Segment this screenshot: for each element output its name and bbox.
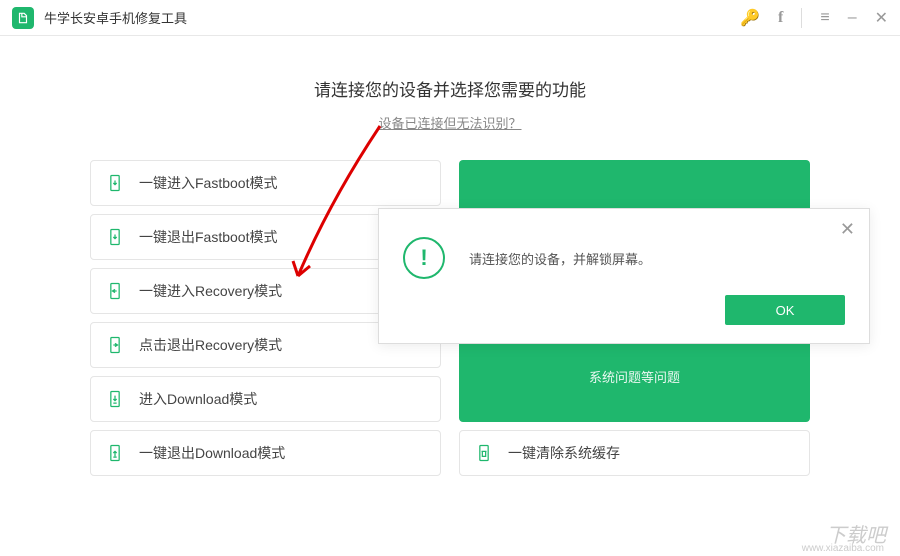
minimize-icon[interactable]: – [848,9,857,27]
option-label: 点击退出Recovery模式 [139,335,282,355]
connect-device-dialog: ✕ ! 请连接您的设备，并解锁屏幕。 OK [378,208,870,344]
app-title: 牛学长安卓手机修复工具 [44,8,740,27]
facebook-icon[interactable]: f [778,9,783,27]
option-label: 一键退出Download模式 [139,443,285,463]
separator [801,8,802,28]
clear-cache-button[interactable]: 一键清除系统缓存 [459,430,810,476]
option-label: 一键进入Recovery模式 [139,281,282,301]
menu-icon[interactable]: ≡ [820,9,829,27]
panel-subtitle: 系统问题等问题 [589,367,680,386]
option-label: 一键进入Fastboot模式 [139,173,277,193]
titlebar: 牛学长安卓手机修复工具 🔑 f ≡ – ✕ [0,0,900,36]
app-logo [12,7,34,29]
phone-down-icon [105,173,125,193]
fastboot-enter-button[interactable]: 一键进入Fastboot模式 [90,160,441,206]
option-label: 进入Download模式 [139,389,257,409]
key-icon[interactable]: 🔑 [740,8,760,28]
phone-arrow-icon [105,335,125,355]
close-icon[interactable]: ✕ [875,8,888,28]
option-label: 一键清除系统缓存 [508,443,620,463]
phone-arrow-icon [105,281,125,301]
dialog-message: 请连接您的设备，并解锁屏幕。 [469,249,651,268]
help-link[interactable]: 设备已连接但无法识别？ [90,113,810,132]
dialog-body: ! 请连接您的设备，并解锁屏幕。 [379,209,869,279]
dialog-close-icon[interactable]: ✕ [840,219,855,240]
titlebar-controls: 🔑 f ≡ – ✕ [740,8,888,28]
ok-button[interactable]: OK [725,295,845,325]
download-enter-button[interactable]: 进入Download模式 [90,376,441,422]
option-label: 一键退出Fastboot模式 [139,227,277,247]
warning-icon: ! [403,237,445,279]
phone-down-icon [105,227,125,247]
download-icon [105,389,125,409]
page-heading: 请连接您的设备并选择您需要的功能 [90,76,810,101]
download-exit-button[interactable]: 一键退出Download模式 [90,430,441,476]
dialog-footer: OK [379,279,869,325]
upload-icon [105,443,125,463]
trash-icon [474,443,494,463]
watermark-url: www.xiazaiba.com [802,543,884,554]
